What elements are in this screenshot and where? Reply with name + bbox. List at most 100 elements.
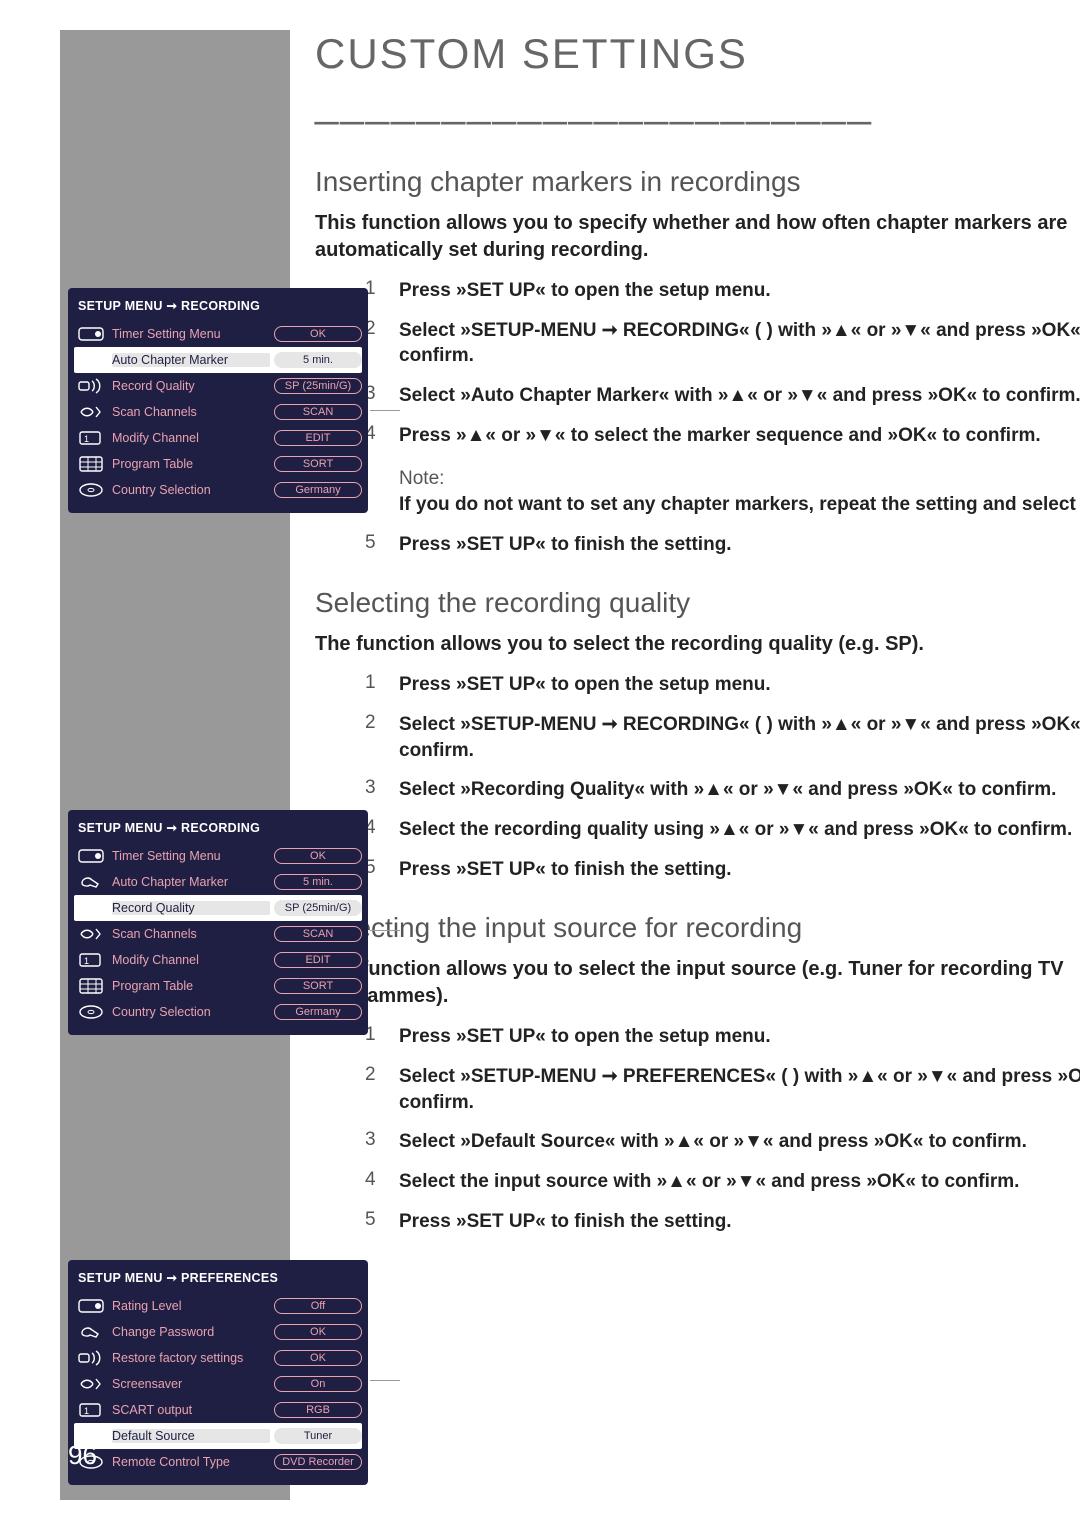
menu-row[interactable]: Scan Channels SCAN	[74, 921, 362, 947]
step-number: 5	[365, 1209, 383, 1235]
disc-icon	[74, 1003, 108, 1021]
section-title: Selecting the recording quality	[315, 587, 1080, 619]
section-intro: This function allows you to specify whet…	[315, 210, 1080, 264]
rec-icon	[74, 325, 108, 343]
menu-row[interactable]: Modify ChannelEDIT	[74, 425, 362, 451]
step-text: Select »Auto Chapter Marker« with »▲« or…	[399, 383, 1080, 409]
disc-icon	[74, 481, 108, 499]
instruction-step: 1Press »SET UP« to open the setup menu.	[365, 278, 1080, 304]
menu-row-value: OK	[274, 1350, 362, 1366]
menu-row-label: Timer Setting Menu	[112, 849, 270, 863]
step-number: 3	[365, 1129, 383, 1155]
instruction-step: 5Press »SET UP« to finish the setting.	[365, 857, 1080, 883]
menu-row[interactable]: Timer Setting MenuOK	[74, 321, 362, 347]
step-number: 2	[365, 1064, 383, 1115]
menu-row-label: Modify Channel	[112, 953, 270, 967]
page-title: CUSTOM SETTINGS ______________________	[315, 30, 1080, 126]
menu-row[interactable]: Rating LevelOff	[74, 1293, 362, 1319]
rec-icon	[74, 1297, 108, 1315]
instruction-step: 4Select the recording quality using »▲« …	[365, 817, 1080, 843]
instruction-step: 4 Select the input source with »▲« or »▼«…	[365, 1169, 1080, 1195]
menu-row-value: 5 min.	[274, 874, 362, 890]
instruction-step: 1Press »SET UP« to open the setup menu.	[365, 1024, 1080, 1050]
menu-row-value: OK	[274, 848, 362, 864]
menu-row-value: DVD Recorder	[274, 1454, 362, 1470]
menu-row[interactable]: Remote Control TypeDVD Recorder	[74, 1449, 362, 1475]
menu-row-label: Default Source	[112, 1429, 270, 1443]
menu-row[interactable]: Country SelectionGermany	[74, 477, 362, 503]
scan-icon	[74, 403, 108, 421]
menu-row-label: Screensaver	[112, 1377, 270, 1391]
step-text: Press »SET UP« to finish the setting.	[399, 857, 732, 883]
tv-icon	[74, 951, 108, 969]
step-text: Select the input source with »▲« or »▼« …	[399, 1169, 1019, 1195]
section-intro: This function allows you to select the i…	[315, 956, 1080, 1010]
step-text: Press »SET UP« to open the setup menu.	[399, 1024, 771, 1050]
menu-row[interactable]: Auto Chapter Marker 5 min.	[74, 869, 362, 895]
scan-icon	[74, 1375, 108, 1393]
menu-row-label: Auto Chapter Marker	[112, 353, 270, 367]
menu-row[interactable]: Restore factory settings OK	[74, 1345, 362, 1371]
sound-icon	[74, 1349, 108, 1367]
menu-row[interactable]: Auto Chapter Marker5 min.	[74, 347, 362, 373]
menu-row[interactable]: Modify Channel EDIT	[74, 947, 362, 973]
sound-icon	[74, 899, 108, 917]
step-text: Press »SET UP« to finish the setting.	[399, 532, 732, 558]
menu-row-value: SP (25min/G)	[274, 378, 362, 394]
menu-row-value: SP (25min/G)	[274, 900, 362, 916]
step-number: 4	[365, 1169, 383, 1195]
menu-row-value: On	[274, 1376, 362, 1392]
menu-row-label: Record Quality	[112, 379, 270, 393]
menu-row[interactable]: Change PasswordOK	[74, 1319, 362, 1345]
setup-menu-panel: SETUP MENU ➞ RECORDINGTimer Setting Menu…	[68, 288, 368, 513]
menu-row-label: Modify Channel	[112, 431, 270, 445]
indicator-line	[370, 410, 400, 411]
section-intro: The function allows you to select the re…	[315, 631, 1080, 658]
step-number: 3	[365, 777, 383, 803]
menu-row[interactable]: SCART outputRGB	[74, 1397, 362, 1423]
menu-row-label: Program Table	[112, 457, 270, 471]
menu-row-label: Scan Channels	[112, 927, 270, 941]
indicator-line	[370, 930, 400, 931]
step-text: Press »SET UP« to open the setup menu.	[399, 278, 771, 304]
menu-row-label: Restore factory settings	[112, 1351, 270, 1365]
menu-row[interactable]: Screensaver On	[74, 1371, 362, 1397]
menu-row[interactable]: Program TableSORT	[74, 973, 362, 999]
tv-icon	[74, 429, 108, 447]
note-label: Note:	[399, 468, 1080, 490]
menu-row[interactable]: Program Table SORT	[74, 451, 362, 477]
menu-row-value: EDIT	[274, 952, 362, 968]
menu-row[interactable]: Timer Setting Menu OK	[74, 843, 362, 869]
menu-row-value: OK	[274, 1324, 362, 1340]
instruction-step: 2Select »SETUP-MENU ➞ RECORDING« ( ) wit…	[365, 318, 1080, 369]
panel-title: SETUP MENU ➞ RECORDING	[74, 294, 362, 321]
step-number: 2	[365, 712, 383, 763]
setup-menu-panel: SETUP MENU ➞ RECORDINGTimer Setting Menu…	[68, 810, 368, 1035]
instruction-step: 3 Select »Recording Quality« with »▲« or …	[365, 777, 1080, 803]
menu-row[interactable]: Scan ChannelsSCAN	[74, 399, 362, 425]
menu-row-label: Program Table	[112, 979, 270, 993]
menu-row[interactable]: Country SelectionGermany	[74, 999, 362, 1025]
step-text: Select »SETUP-MENU ➞ RECORDING« ( ) with…	[399, 712, 1080, 763]
grid-icon	[74, 455, 108, 473]
menu-row-label: Record Quality	[112, 901, 270, 915]
menu-row-label: Rating Level	[112, 1299, 270, 1313]
menu-row-label: SCART output	[112, 1403, 270, 1417]
menu-row-label: Country Selection	[112, 1005, 270, 1019]
step-text: Select »Recording Quality« with »▲« or »…	[399, 777, 1056, 803]
menu-row-label: Auto Chapter Marker	[112, 875, 270, 889]
panel-title: SETUP MENU ➞ PREFERENCES	[74, 1266, 362, 1293]
menu-row-value: SORT	[274, 456, 362, 472]
step-number: 5	[365, 532, 383, 558]
menu-row-label: Country Selection	[112, 483, 270, 497]
step-text: Press »SET UP« to finish the setting.	[399, 1209, 732, 1235]
menu-row[interactable]: Record Quality SP (25min/G)	[74, 895, 362, 921]
step-text: Select »SETUP-MENU ➞ RECORDING« ( ) with…	[399, 318, 1080, 369]
tv-icon	[74, 1401, 108, 1419]
step-text: Select the recording quality using »▲« o…	[399, 817, 1072, 843]
menu-row-value: OK	[274, 326, 362, 342]
menu-row-value: SCAN	[274, 926, 362, 942]
menu-row-label: Scan Channels	[112, 405, 270, 419]
menu-row[interactable]: Default SourceTuner	[74, 1423, 362, 1449]
menu-row[interactable]: Record Quality SP (25min/G)	[74, 373, 362, 399]
